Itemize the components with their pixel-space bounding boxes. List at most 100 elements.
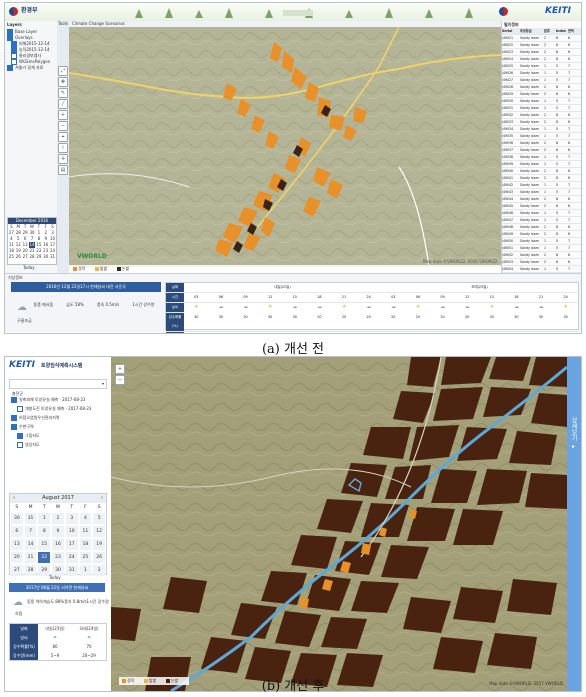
calendar-day[interactable]: 4 (79, 513, 92, 524)
prev-month-icon[interactable]: ‹ (10, 494, 15, 503)
region-select[interactable]: 충전군 ▾ (9, 379, 107, 396)
calendar-day[interactable]: 18 (79, 539, 92, 550)
checkbox-icon[interactable] (17, 433, 23, 439)
calendar-day[interactable]: 27 (22, 254, 29, 260)
table-row[interactable]: J49027 Sandy loam 1 5 7 (502, 77, 581, 84)
table-row[interactable]: J49050 Sandy loam 1 5 7 (502, 238, 581, 245)
calendar-day[interactable]: 21 (24, 552, 37, 563)
calendar-day[interactable]: 14 (24, 539, 37, 550)
date-calendar[interactable]: December 2016 SMTWTFS 27 28 29 30 1 2 3 4 5 6 7 8 9 1… (7, 217, 57, 265)
table-row[interactable]: J49042 Sandy loam 1 5 7 (502, 182, 581, 189)
calendar-day[interactable]: 23 (52, 552, 64, 563)
table-row[interactable]: J49034 Sandy loam 1 5 7 (502, 126, 581, 133)
table-row[interactable]: J49052 Sandy loam 2 8 6 (502, 252, 581, 259)
zoom-in-icon[interactable]: + (115, 364, 125, 374)
calendar-day[interactable]: 30 (11, 513, 23, 524)
calendar-day[interactable]: 10 (65, 526, 78, 537)
table-row[interactable]: J49054 Sandy loam 1 5 7 (502, 266, 581, 273)
table-row[interactable]: J49031 Sandy loam 1 5 7 (502, 105, 581, 112)
calendar-day[interactable]: 25 (79, 552, 92, 563)
calendar-day[interactable]: 9 (52, 526, 64, 537)
calendar-day[interactable]: 2 (52, 513, 64, 524)
checkbox-icon[interactable] (11, 424, 17, 430)
calendar-day[interactable]: 20 (11, 552, 23, 563)
calendar-day[interactable]: 2 (93, 565, 105, 576)
calendar-day[interactable]: 27 (11, 565, 23, 576)
calendar-day[interactable]: 31 (49, 254, 56, 260)
zoom-out-icon[interactable]: − (58, 121, 68, 131)
move-icon[interactable]: ✛ (58, 154, 68, 164)
checkbox-icon[interactable] (11, 397, 17, 403)
calendar-day[interactable]: 29 (35, 254, 42, 260)
calendar-day[interactable]: 19 (93, 539, 105, 550)
calendar-day[interactable]: 25 (8, 254, 15, 260)
draw-line-icon[interactable]: ╱ (58, 99, 68, 109)
table-row[interactable]: J49037 Sandy loam 2 8 6 (502, 147, 581, 154)
layer-item[interactable]: 영상지도 (11, 442, 109, 448)
calendar-day[interactable]: 31 (65, 565, 78, 576)
table-row[interactable]: J49025 Sandy loam 1 5 7 (502, 63, 581, 70)
table-row[interactable]: J49047 Sandy loam 1 5 7 (502, 217, 581, 224)
table-row[interactable]: J49029 Sandy loam 2 8 6 (502, 91, 581, 98)
layer-item[interactable]: 비점오염원우선관리지역 (11, 415, 109, 421)
details-side-tab[interactable]: 상세보기 ▸ (567, 357, 581, 691)
table-row[interactable]: J49030 Sandy loam 1 5 7 (502, 98, 581, 105)
calendar-day[interactable]: 5 (93, 513, 105, 524)
calendar-day[interactable]: 16 (52, 539, 64, 550)
layer-item[interactable]: 그림지도 (11, 433, 109, 439)
calendar-today-button[interactable]: Today (49, 575, 61, 580)
map-view[interactable]: 경작 밭밭 논밭 Map data ©VWORLD. 2017 VWORLD +… (111, 357, 567, 691)
calendar-day[interactable]: 6 (11, 526, 23, 537)
table-row[interactable]: J49033 Sandy loam 2 8 6 (502, 119, 581, 126)
table-row[interactable]: J49038 Sandy loam 1 5 7 (502, 154, 581, 161)
checkbox-icon[interactable] (17, 442, 23, 448)
pencil-icon[interactable]: ✎ (58, 88, 68, 98)
calendar-day[interactable]: 28 (24, 565, 37, 576)
info-icon[interactable]: i (58, 143, 68, 153)
table-row[interactable]: J49040 Sandy loam 2 8 6 (502, 168, 581, 175)
table-row[interactable]: J49032 Sandy loam 2 8 6 (502, 112, 581, 119)
next-month-icon[interactable]: › (101, 494, 106, 503)
measure-icon[interactable]: ⌖ (58, 132, 68, 142)
table-row[interactable]: J49043 Sandy loam 1 5 7 (502, 189, 581, 196)
table-row[interactable]: J49021 Sandy loam 2 8 6 (502, 35, 581, 42)
layer-item[interactable]: 개발도진 토양유실 예측 · 2017-08-23 (11, 406, 109, 412)
table-row[interactable]: J49053 Sandy loam 2 8 6 (502, 259, 581, 266)
table-row[interactable]: J49022 Sandy loam 2 8 6 (502, 42, 581, 49)
table-row[interactable]: J49026 Sandy loam 1 5 7 (502, 70, 581, 77)
zoom-out-icon[interactable]: − (115, 375, 125, 385)
calendar-day[interactable]: 1 (79, 565, 92, 576)
table-row[interactable]: J49023 Sandy loam 2 8 6 (502, 49, 581, 56)
map-view[interactable]: VWORLD Map data ©VWORLD. 2016 VWORLD (69, 27, 501, 267)
calendar-today-button[interactable]: Today (23, 265, 35, 270)
calendar-day[interactable]: 24 (65, 552, 78, 563)
table-row[interactable]: J49045 Sandy loam 2 8 6 (502, 203, 581, 210)
checkbox-icon[interactable] (7, 65, 13, 71)
table-row[interactable]: J49028 Sandy loam 2 8 6 (502, 84, 581, 91)
calendar-day[interactable]: 26 (93, 552, 105, 563)
calendar-day[interactable]: 1 (38, 513, 51, 524)
zoom-in-icon[interactable]: + (58, 110, 68, 120)
calendar-days[interactable]: 27 28 29 30 1 2 3 4 5 6 7 8 9 10 11 12 13 14 15 16 17 18 19 20 2… (8, 230, 56, 260)
calendar-day[interactable]: 26 (15, 254, 22, 260)
calendar-days[interactable]: 30 31 1 2 3 4 5 6 7 8 9 10 11 12 13 14 15 16 17 18 19 20 21 22 2… (10, 512, 106, 577)
layer-item[interactable]: 겨울기 경계 자료 (7, 65, 55, 71)
table-row[interactable]: J49041 Sandy loam 2 8 6 (502, 175, 581, 182)
calendar-day[interactable]: 3 (65, 513, 78, 524)
calendar-day[interactable]: 28 (29, 254, 36, 260)
table-row[interactable]: J49036 Sandy loam 2 8 6 (502, 140, 581, 147)
calendar-day[interactable]: 11 (79, 526, 92, 537)
table-row[interactable]: J49044 Sandy loam 2 8 6 (502, 196, 581, 203)
table-row[interactable]: J49046 Sandy loam 1 5 7 (502, 210, 581, 217)
table-row[interactable]: J49024 Sandy loam 2 8 6 (502, 56, 581, 63)
layer-item[interactable]: 수변구역 (11, 424, 109, 430)
table-row[interactable]: J49048 Sandy loam 2 8 6 (502, 224, 581, 231)
calendar-day[interactable]: 31 (24, 513, 37, 524)
calendar-day[interactable]: 17 (65, 539, 78, 550)
layer-item[interactable]: 일축피해 토양유실 예측 · 2017-08-23 (11, 397, 109, 403)
calendar-day[interactable]: 7 (24, 526, 37, 537)
table-row[interactable]: J49039 Sandy loam 1 5 7 (502, 161, 581, 168)
checkbox-icon[interactable] (17, 406, 23, 412)
table-row[interactable]: J49035 Sandy loam 1 5 7 (502, 133, 581, 140)
date-calendar[interactable]: ‹ August 2017 › SMTWTFS 30 31 1 2 3 4 5 6 7 8 9 10 1… (9, 493, 107, 577)
